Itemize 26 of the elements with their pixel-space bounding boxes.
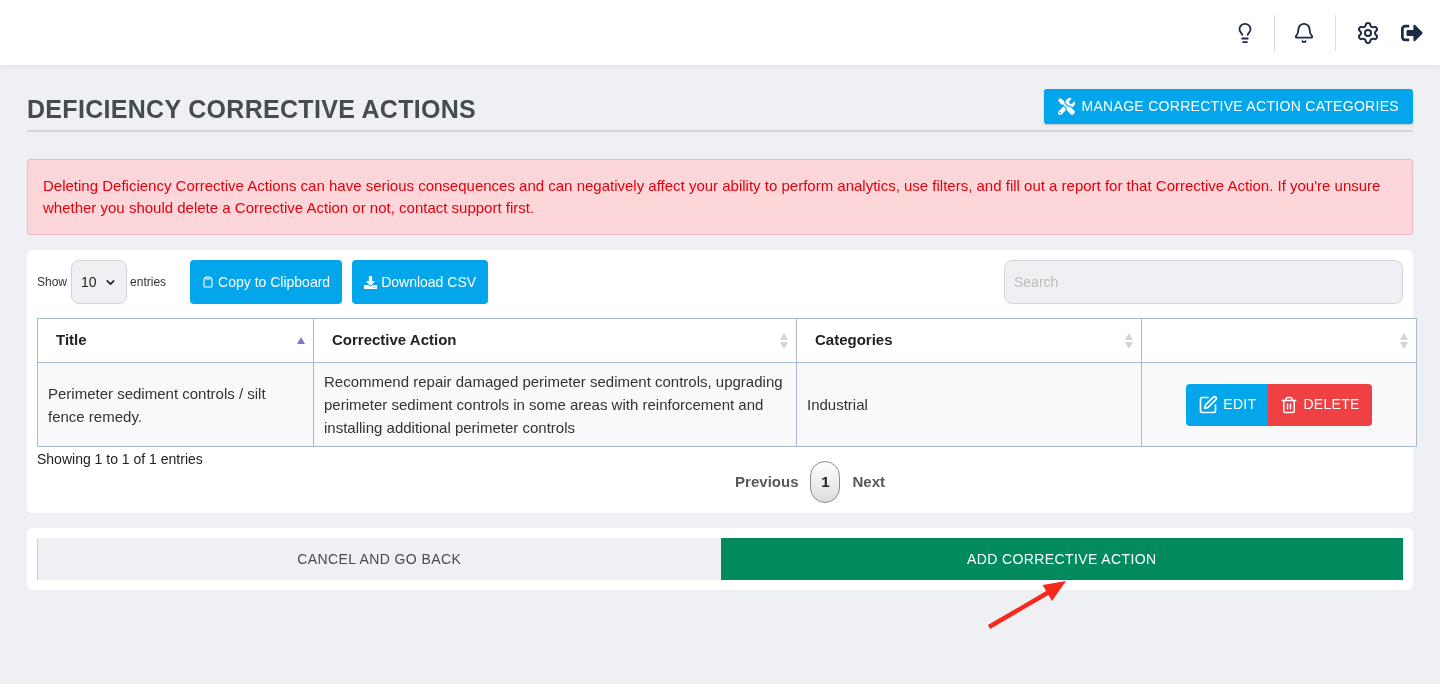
column-header[interactable]: Categories — [815, 329, 893, 352]
previous-link[interactable]: Previous — [731, 470, 803, 494]
cancel-button[interactable]: CANCEL AND GO BACK — [37, 538, 721, 580]
column-header[interactable]: Corrective Action — [332, 329, 457, 352]
show-label: Show — [37, 274, 68, 291]
page-size-select[interactable]: 10 — [71, 260, 128, 304]
page-button[interactable]: 1 — [810, 461, 841, 503]
delete-button[interactable]: DELETE — [1268, 383, 1372, 426]
bell-icon[interactable] — [1293, 20, 1315, 45]
tools-icon — [1058, 98, 1076, 115]
download-icon — [364, 275, 378, 289]
edit-icon — [1198, 394, 1219, 415]
add-corrective-action-button[interactable]: ADD CORRECTIVE ACTION — [720, 538, 1403, 580]
entries-label: entries — [130, 274, 167, 291]
warning-alert: Deleting Deficiency Corrective Actions can have serious consequences and can negatively affect your ability to perform analytics, use filters, and fill out a report for that Corrective Action. If you're unsure whether you should delete a Corrective Action or not, contact support first. — [27, 159, 1413, 235]
column-header[interactable]: Title — [56, 329, 87, 352]
settings-icon[interactable] — [1356, 20, 1380, 45]
entries-info: Showing 1 to 1 of 1 entries — [37, 450, 203, 468]
trash-icon — [1280, 394, 1299, 415]
next-link[interactable]: Next — [848, 470, 889, 494]
search-field[interactable]: Search — [1004, 260, 1403, 304]
clipboard-icon — [202, 275, 215, 289]
table-cell: Industrial — [796, 362, 1142, 447]
table-cell: Recommend repair damaged perimeter sediment controls, upgrading perimeter sediment controls in some areas with reinforcement and installing additional perimeter controls — [313, 362, 797, 447]
table-cell: Perimeter sediment controls / silt fence remedy. — [37, 362, 314, 447]
page-title: DEFICIENCY CORRECTIVE ACTIONS — [27, 94, 477, 125]
